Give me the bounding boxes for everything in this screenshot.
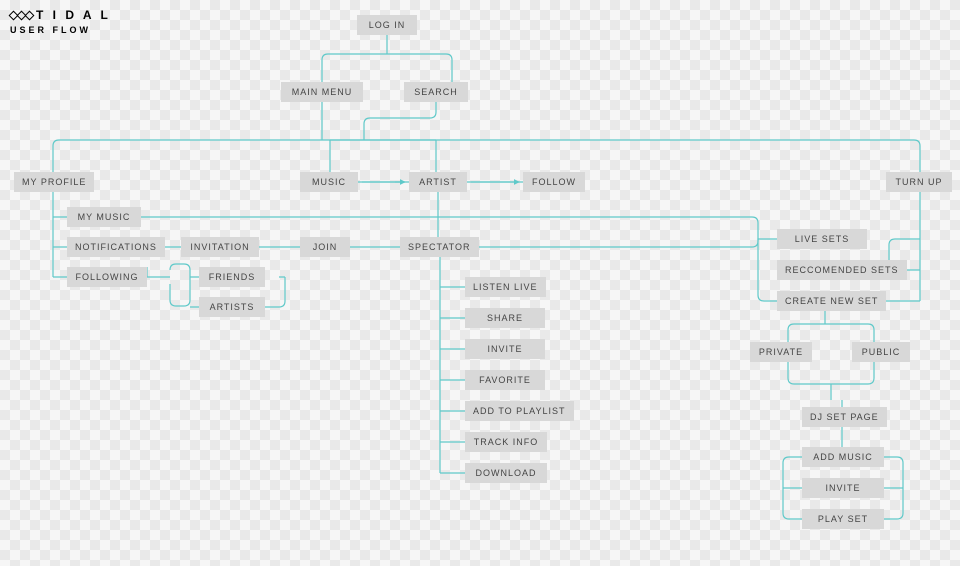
node-search: SEARCH [404,82,468,102]
node-main-menu: MAIN MENU [281,82,363,102]
connector-13 [141,217,777,301]
node-live-sets: LIVE SETS [777,229,867,249]
node-music: MUSIC [300,172,358,192]
node-add-to-playlist: ADD TO PLAYLIST [465,401,574,421]
node-dj-set-page: DJ SET PAGE [802,407,887,427]
connector-11 [881,192,920,301]
node-login: LOG IN [357,15,417,35]
connector-21 [884,457,903,519]
node-share: SHARE [465,308,545,328]
node-create-new-set: CREATE NEW SET [777,291,886,311]
connector-15 [265,277,285,307]
connector-1 [322,54,452,82]
node-listen-live: LISTEN LIVE [465,277,546,297]
node-public: PUBLIC [852,342,910,362]
connector-18 [788,362,874,400]
node-notifications: NOTIFICATIONS [67,237,165,257]
connector-8 [147,264,199,307]
node-invite2: INVITE [802,478,884,498]
node-following: FOLLOWING [67,267,147,287]
node-invitation: INVITATION [181,237,259,257]
connector-6 [53,192,67,277]
node-download: DOWNLOAD [465,463,547,483]
node-recommended-sets: RECCOMENDED SETS [777,260,907,280]
node-my-music: MY MUSIC [67,207,141,227]
connector-14 [478,239,777,247]
node-follow: FOLLOW [523,172,585,192]
node-artist: ARTIST [409,172,467,192]
node-private: PRIVATE [750,342,812,362]
node-my-profile: MY PROFILE [14,172,94,192]
node-add-music: ADD MUSIC [802,447,884,467]
node-friends: FRIENDS [199,267,265,287]
connector-2 [364,102,436,140]
node-play-set: PLAY SET [802,509,884,529]
connector-3 [53,140,920,172]
node-artists: ARTISTS [199,297,265,317]
connector-20 [783,457,802,519]
node-favorite: FAVORITE [465,370,545,390]
connector-16 [440,257,465,473]
connector-17 [788,311,874,342]
node-spectator: SPECTATOR [400,237,479,257]
node-invite: INVITE [465,339,545,359]
node-turn-up: TURN UP [886,172,952,192]
connector-5 [330,140,436,172]
node-track-info: TRACK INFO [465,432,547,452]
node-join: JOIN [300,237,350,257]
